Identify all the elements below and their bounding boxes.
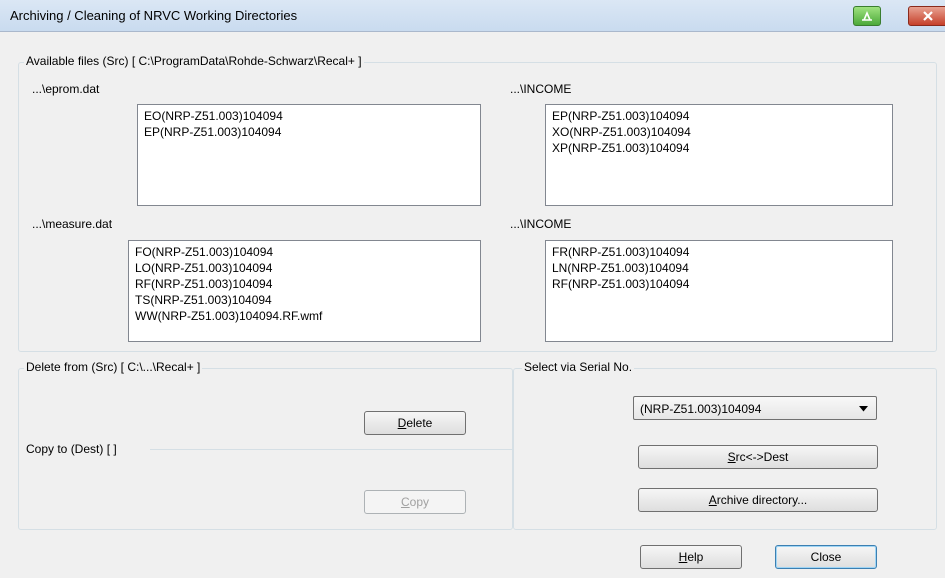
measure-label: ...\measure.dat: [32, 217, 113, 231]
list-item[interactable]: EO(NRP-Z51.003)104094: [144, 108, 474, 124]
income2-label: ...\INCOME: [510, 217, 572, 231]
window-title: Archiving / Cleaning of NRVC Working Dir…: [10, 8, 298, 23]
close-button[interactable]: Close: [775, 545, 877, 569]
eprom-listbox[interactable]: EO(NRP-Z51.003)104094 EP(NRP-Z51.003)1040…: [137, 104, 481, 206]
delete-from-label: Delete from (Src) [ C:\...\Recal+ ]: [24, 360, 203, 374]
list-item[interactable]: TS(NRP-Z51.003)104094: [135, 292, 474, 308]
income2-listbox[interactable]: FR(NRP-Z51.003)104094 LN(NRP-Z51.003)1040…: [545, 240, 893, 342]
measure-listbox[interactable]: FO(NRP-Z51.003)104094 LO(NRP-Z51.003)1040…: [128, 240, 481, 342]
available-files-label: Available files (Src) [ C:\ProgramData\R…: [24, 54, 364, 68]
copy-to-label: Copy to (Dest) [ ]: [24, 442, 119, 456]
title-bar: Archiving / Cleaning of NRVC Working Dir…: [0, 0, 945, 32]
select-serial-label: Select via Serial No.: [522, 360, 635, 374]
copy-button[interactable]: Copy: [364, 490, 466, 514]
restore-button[interactable]: [853, 6, 881, 26]
list-item[interactable]: WW(NRP-Z51.003)104094.RF.wmf: [135, 308, 474, 324]
copy-divider: [150, 449, 513, 450]
income1-label: ...\INCOME: [510, 82, 572, 96]
list-item[interactable]: LO(NRP-Z51.003)104094: [135, 260, 474, 276]
serial-combo-value: (NRP-Z51.003)104094: [640, 402, 762, 416]
list-item[interactable]: XO(NRP-Z51.003)104094: [552, 124, 886, 140]
src-dest-button[interactable]: Src<->Dest: [638, 445, 878, 469]
list-item[interactable]: LN(NRP-Z51.003)104094: [552, 260, 886, 276]
list-item[interactable]: FO(NRP-Z51.003)104094: [135, 244, 474, 260]
help-button[interactable]: Help: [640, 545, 742, 569]
list-item[interactable]: FR(NRP-Z51.003)104094: [552, 244, 886, 260]
list-item[interactable]: EP(NRP-Z51.003)104094: [552, 108, 886, 124]
close-window-button[interactable]: [908, 6, 945, 26]
close-icon: [923, 11, 933, 21]
delete-button[interactable]: Delete: [364, 411, 466, 435]
chevron-down-icon: [859, 406, 868, 412]
eprom-label: ...\eprom.dat: [32, 82, 100, 96]
archive-directory-button[interactable]: Archive directory...: [638, 488, 878, 512]
income1-listbox[interactable]: EP(NRP-Z51.003)104094 XO(NRP-Z51.003)1040…: [545, 104, 893, 206]
list-item[interactable]: EP(NRP-Z51.003)104094: [144, 124, 474, 140]
restore-icon: [862, 10, 872, 21]
list-item[interactable]: RF(NRP-Z51.003)104094: [135, 276, 474, 292]
list-item[interactable]: RF(NRP-Z51.003)104094: [552, 276, 886, 292]
serial-combo[interactable]: (NRP-Z51.003)104094: [633, 396, 877, 420]
list-item[interactable]: XP(NRP-Z51.003)104094: [552, 140, 886, 156]
